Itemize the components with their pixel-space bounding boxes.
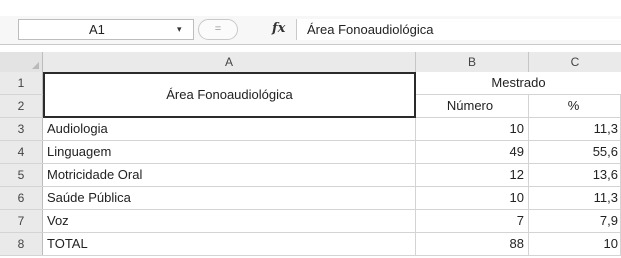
name-box-value: A1 bbox=[89, 22, 105, 37]
name-box[interactable]: A1 ▾ bbox=[18, 19, 194, 40]
spreadsheet-window: A1 ▾ = fx Área Fonoaudiológica A B C 1 2… bbox=[0, 0, 621, 258]
percent-cell[interactable]: 11,3 bbox=[529, 118, 621, 140]
row-header[interactable]: 1 bbox=[0, 72, 43, 94]
table-row: 7 Voz 7 7,9 bbox=[0, 210, 621, 233]
row-header[interactable]: 3 bbox=[0, 118, 43, 140]
numero-cell[interactable]: 10 bbox=[416, 187, 529, 209]
area-cell[interactable]: Motricidade Oral bbox=[43, 164, 416, 186]
column-header-a[interactable]: A bbox=[43, 52, 416, 72]
percent-cell[interactable]: 11,3 bbox=[529, 187, 621, 209]
numero-header-cell[interactable]: Número bbox=[416, 95, 529, 117]
chevron-down-icon[interactable]: ▾ bbox=[177, 20, 182, 39]
area-cell[interactable]: Voz bbox=[43, 210, 416, 232]
table-row: 4 Linguagem 49 55,6 bbox=[0, 141, 621, 164]
area-cell[interactable]: Linguagem bbox=[43, 141, 416, 163]
area-cell[interactable]: Saúde Pública bbox=[43, 187, 416, 209]
area-cell[interactable]: Audiologia bbox=[43, 118, 416, 140]
column-header-b[interactable]: B bbox=[416, 52, 529, 72]
table-row: 3 Audiologia 10 11,3 bbox=[0, 118, 621, 141]
mestrado-header-cell[interactable]: Mestrado bbox=[416, 72, 621, 95]
column-header-c[interactable]: C bbox=[529, 52, 621, 72]
percent-header-cell[interactable]: % bbox=[529, 95, 621, 117]
percent-cell[interactable]: 7,9 bbox=[529, 210, 621, 232]
percent-cell[interactable]: 55,6 bbox=[529, 141, 621, 163]
row-header[interactable]: 6 bbox=[0, 187, 43, 209]
formula-bar: A1 ▾ = fx Área Fonoaudiológica bbox=[0, 16, 621, 45]
row-header[interactable]: 2 bbox=[0, 95, 43, 117]
percent-cell[interactable]: 13,6 bbox=[529, 164, 621, 186]
row-header[interactable]: 4 bbox=[0, 141, 43, 163]
percent-cell[interactable]: 10 bbox=[529, 233, 621, 255]
numero-cell[interactable]: 49 bbox=[416, 141, 529, 163]
formula-cancel-button[interactable]: = bbox=[198, 19, 238, 40]
row-header[interactable]: 8 bbox=[0, 233, 43, 255]
numero-cell[interactable]: 88 bbox=[416, 233, 529, 255]
area-cell[interactable]: TOTAL bbox=[43, 233, 416, 255]
row-header[interactable]: 7 bbox=[0, 210, 43, 232]
area-header-cell[interactable]: Área Fonoaudiológica bbox=[43, 72, 416, 118]
numero-cell[interactable]: 12 bbox=[416, 164, 529, 186]
table-row: 8 TOTAL 88 10 bbox=[0, 233, 621, 256]
select-all-button[interactable] bbox=[0, 52, 43, 72]
insert-function-icon[interactable]: fx bbox=[272, 21, 285, 36]
select-all-icon bbox=[32, 62, 39, 69]
table-row: 6 Saúde Pública 10 11,3 bbox=[0, 187, 621, 210]
numero-cell[interactable]: 10 bbox=[416, 118, 529, 140]
column-headers: A B C bbox=[0, 52, 621, 73]
row-header[interactable]: 5 bbox=[0, 164, 43, 186]
worksheet-grid: A B C 1 2 Número % Área Fonoaudiológica … bbox=[0, 52, 621, 258]
formula-input[interactable]: Área Fonoaudiológica bbox=[296, 19, 621, 40]
table-row: 5 Motricidade Oral 12 13,6 bbox=[0, 164, 621, 187]
numero-cell[interactable]: 7 bbox=[416, 210, 529, 232]
